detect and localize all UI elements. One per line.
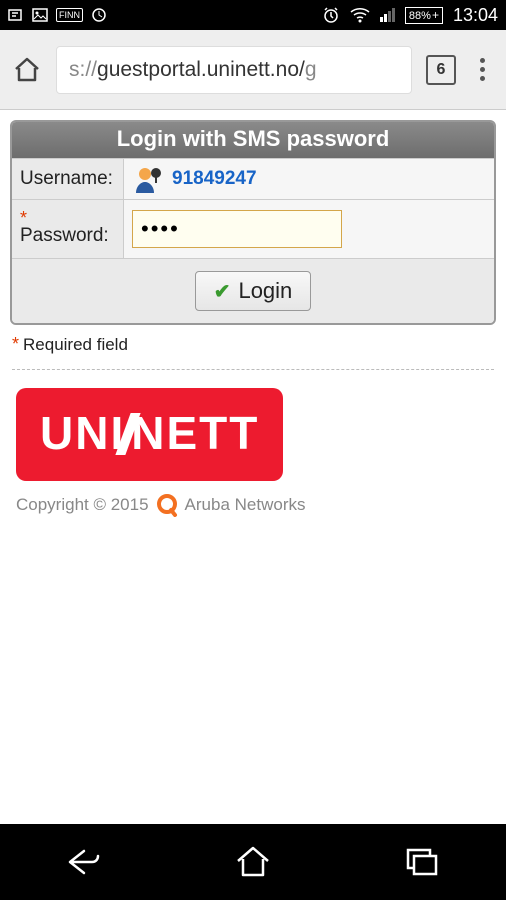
browser-menu-button[interactable] bbox=[470, 58, 494, 81]
username-value-cell: 91849247 bbox=[124, 159, 494, 199]
browser-toolbar: s://guestportal.uninett.no/g 6 bbox=[0, 30, 506, 110]
status-right-icons: 88%+ 13:04 bbox=[322, 5, 498, 26]
username-row: Username: 91849247 bbox=[12, 158, 494, 199]
android-status-bar: FINN 88%+ 13:04 bbox=[0, 0, 506, 30]
user-icon bbox=[132, 163, 164, 195]
username-label: Username: bbox=[12, 159, 124, 199]
required-field-note: *Required field bbox=[10, 325, 496, 369]
login-button-label: Login bbox=[238, 278, 292, 304]
notification-icon bbox=[8, 7, 24, 23]
url-scheme: s:// bbox=[69, 58, 97, 82]
footer: Copyright © 2015 Aruba Networks bbox=[10, 481, 496, 529]
clock: 13:04 bbox=[453, 5, 498, 26]
divider bbox=[12, 369, 494, 370]
copyright-text: Copyright © 2015 bbox=[16, 495, 149, 515]
aruba-logo-icon bbox=[155, 493, 179, 517]
password-label: Password: bbox=[20, 225, 109, 247]
uninett-logo: UNINETT bbox=[16, 388, 283, 481]
login-button[interactable]: ✔ Login bbox=[195, 271, 312, 311]
finn-app-icon: FINN bbox=[56, 8, 83, 22]
url-host: guestportal.uninett.no/ bbox=[97, 58, 305, 82]
tab-switcher-button[interactable]: 6 bbox=[426, 55, 456, 85]
android-nav-bar bbox=[0, 824, 506, 900]
browser-home-button[interactable] bbox=[12, 55, 42, 85]
password-row: * Password: bbox=[12, 199, 494, 258]
panel-title: Login with SMS password bbox=[12, 122, 494, 158]
battery-indicator: 88%+ bbox=[405, 7, 443, 24]
url-bar[interactable]: s://guestportal.uninett.no/g bbox=[56, 46, 412, 94]
recent-apps-button[interactable] bbox=[402, 842, 442, 882]
status-left-icons: FINN bbox=[8, 7, 107, 23]
wifi-icon bbox=[350, 7, 370, 23]
required-note-text: Required field bbox=[23, 335, 128, 354]
vendor-text: Aruba Networks bbox=[185, 495, 306, 515]
page-content: Login with SMS password Username: 918492… bbox=[0, 110, 506, 539]
tab-count-value: 6 bbox=[437, 61, 446, 79]
username-value: 91849247 bbox=[172, 168, 257, 190]
check-icon: ✔ bbox=[214, 279, 231, 304]
signal-icon bbox=[380, 8, 395, 22]
login-button-row: ✔ Login bbox=[12, 258, 494, 323]
back-button[interactable] bbox=[64, 842, 104, 882]
home-button[interactable] bbox=[233, 842, 273, 882]
password-input[interactable] bbox=[132, 210, 342, 248]
alarm-icon bbox=[322, 6, 340, 24]
required-star-icon: * bbox=[12, 334, 19, 354]
url-path: g bbox=[305, 58, 317, 82]
password-value-cell bbox=[124, 200, 494, 258]
login-panel: Login with SMS password Username: 918492… bbox=[10, 120, 496, 325]
password-label-cell: * Password: bbox=[12, 200, 124, 258]
image-icon bbox=[32, 7, 48, 23]
required-star-icon: * bbox=[20, 211, 27, 225]
app-icon bbox=[91, 7, 107, 23]
